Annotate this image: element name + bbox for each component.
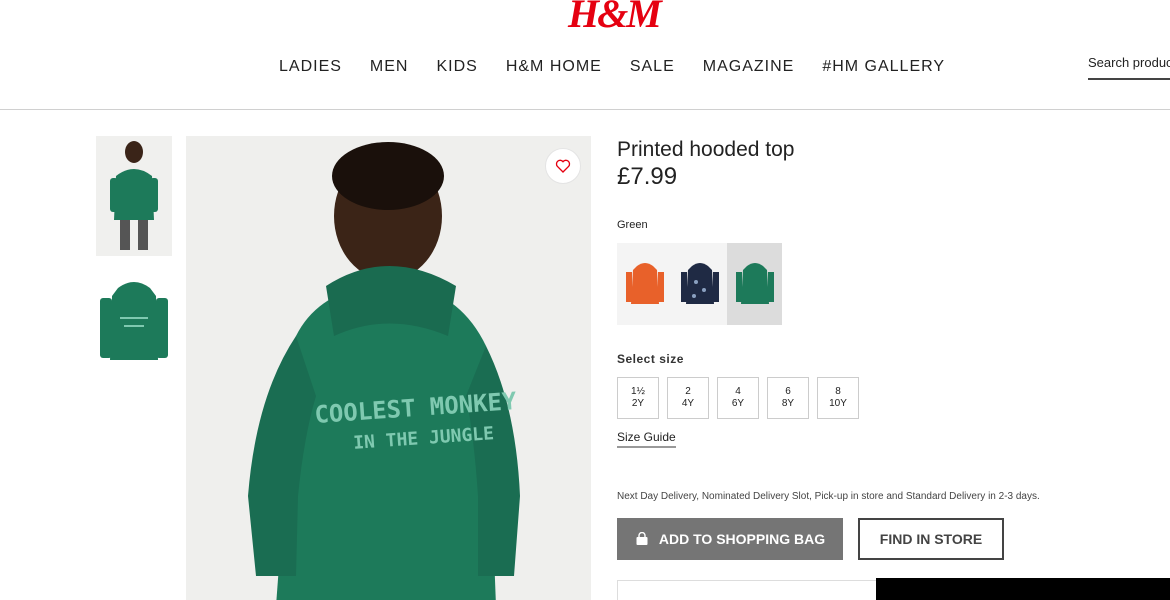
nav-hm-gallery[interactable]: #HM GALLERY: [822, 58, 945, 76]
selected-color-label: Green: [617, 219, 648, 231]
nav-kids[interactable]: KIDS: [436, 58, 477, 76]
header-divider: [0, 109, 1170, 110]
shopping-bag-icon: [636, 532, 648, 545]
nav-sale[interactable]: SALE: [630, 58, 675, 76]
size-bottom: 2Y: [631, 398, 645, 409]
hoodie-orange-icon: [625, 263, 664, 304]
thumbnail-model[interactable]: [96, 136, 172, 256]
select-size-label: Select size: [617, 352, 684, 366]
hm-logo[interactable]: H&M: [568, 0, 662, 37]
size-option[interactable]: 6 8Y: [767, 377, 809, 419]
main-nav: LADIES MEN KIDS H&M HOME SALE MAGAZINE #…: [279, 58, 973, 76]
heart-icon: [555, 159, 571, 173]
product-details-tabs[interactable]: [617, 580, 877, 600]
size-guide-link[interactable]: Size Guide: [617, 430, 676, 448]
size-top: 4: [735, 386, 741, 397]
hoodie-navy-icon: [680, 263, 719, 304]
hoodie-green-icon: [735, 263, 774, 304]
size-top: 1½: [631, 386, 645, 397]
color-swatches: [617, 243, 782, 325]
find-in-store-button[interactable]: FIND IN STORE: [858, 518, 1004, 560]
size-bottom: 10Y: [829, 398, 847, 409]
size-top: 6: [785, 386, 791, 397]
size-option[interactable]: 1½ 2Y: [617, 377, 659, 419]
size-option[interactable]: 2 4Y: [667, 377, 709, 419]
nav-ladies[interactable]: LADIES: [279, 58, 342, 76]
nav-magazine[interactable]: MAGAZINE: [703, 58, 795, 76]
product-title: Printed hooded top: [617, 138, 795, 161]
product-main-image: COOLEST MONKEY IN THE JUNGLE: [186, 136, 591, 600]
size-bottom: 6Y: [731, 398, 745, 409]
size-option[interactable]: 8 10Y: [817, 377, 859, 419]
size-options: 1½ 2Y 2 4Y 4 6Y 6 8Y 8 10Y: [617, 377, 859, 419]
delivery-info: Next Day Delivery, Nominated Delivery Sl…: [617, 491, 1040, 502]
add-to-bag-button[interactable]: ADD TO SHOPPING BAG: [617, 518, 843, 560]
thumbnail-product[interactable]: [96, 276, 172, 370]
size-option[interactable]: 4 6Y: [717, 377, 759, 419]
nav-hm-home[interactable]: H&M HOME: [506, 58, 602, 76]
nav-men[interactable]: MEN: [370, 58, 409, 76]
product-price: £7.99: [617, 163, 678, 190]
size-bottom: 8Y: [781, 398, 795, 409]
size-top: 2: [685, 386, 691, 397]
swatch-orange[interactable]: [617, 243, 672, 325]
overlay-bar: [876, 578, 1170, 600]
swatch-green[interactable]: [727, 243, 782, 325]
favourite-button[interactable]: [545, 148, 581, 184]
swatch-navy[interactable]: [672, 243, 727, 325]
size-top: 8: [835, 386, 841, 397]
add-to-bag-label: ADD TO SHOPPING BAG: [658, 531, 826, 547]
search-input[interactable]: Search products: [1088, 52, 1170, 80]
size-bottom: 4Y: [681, 398, 695, 409]
